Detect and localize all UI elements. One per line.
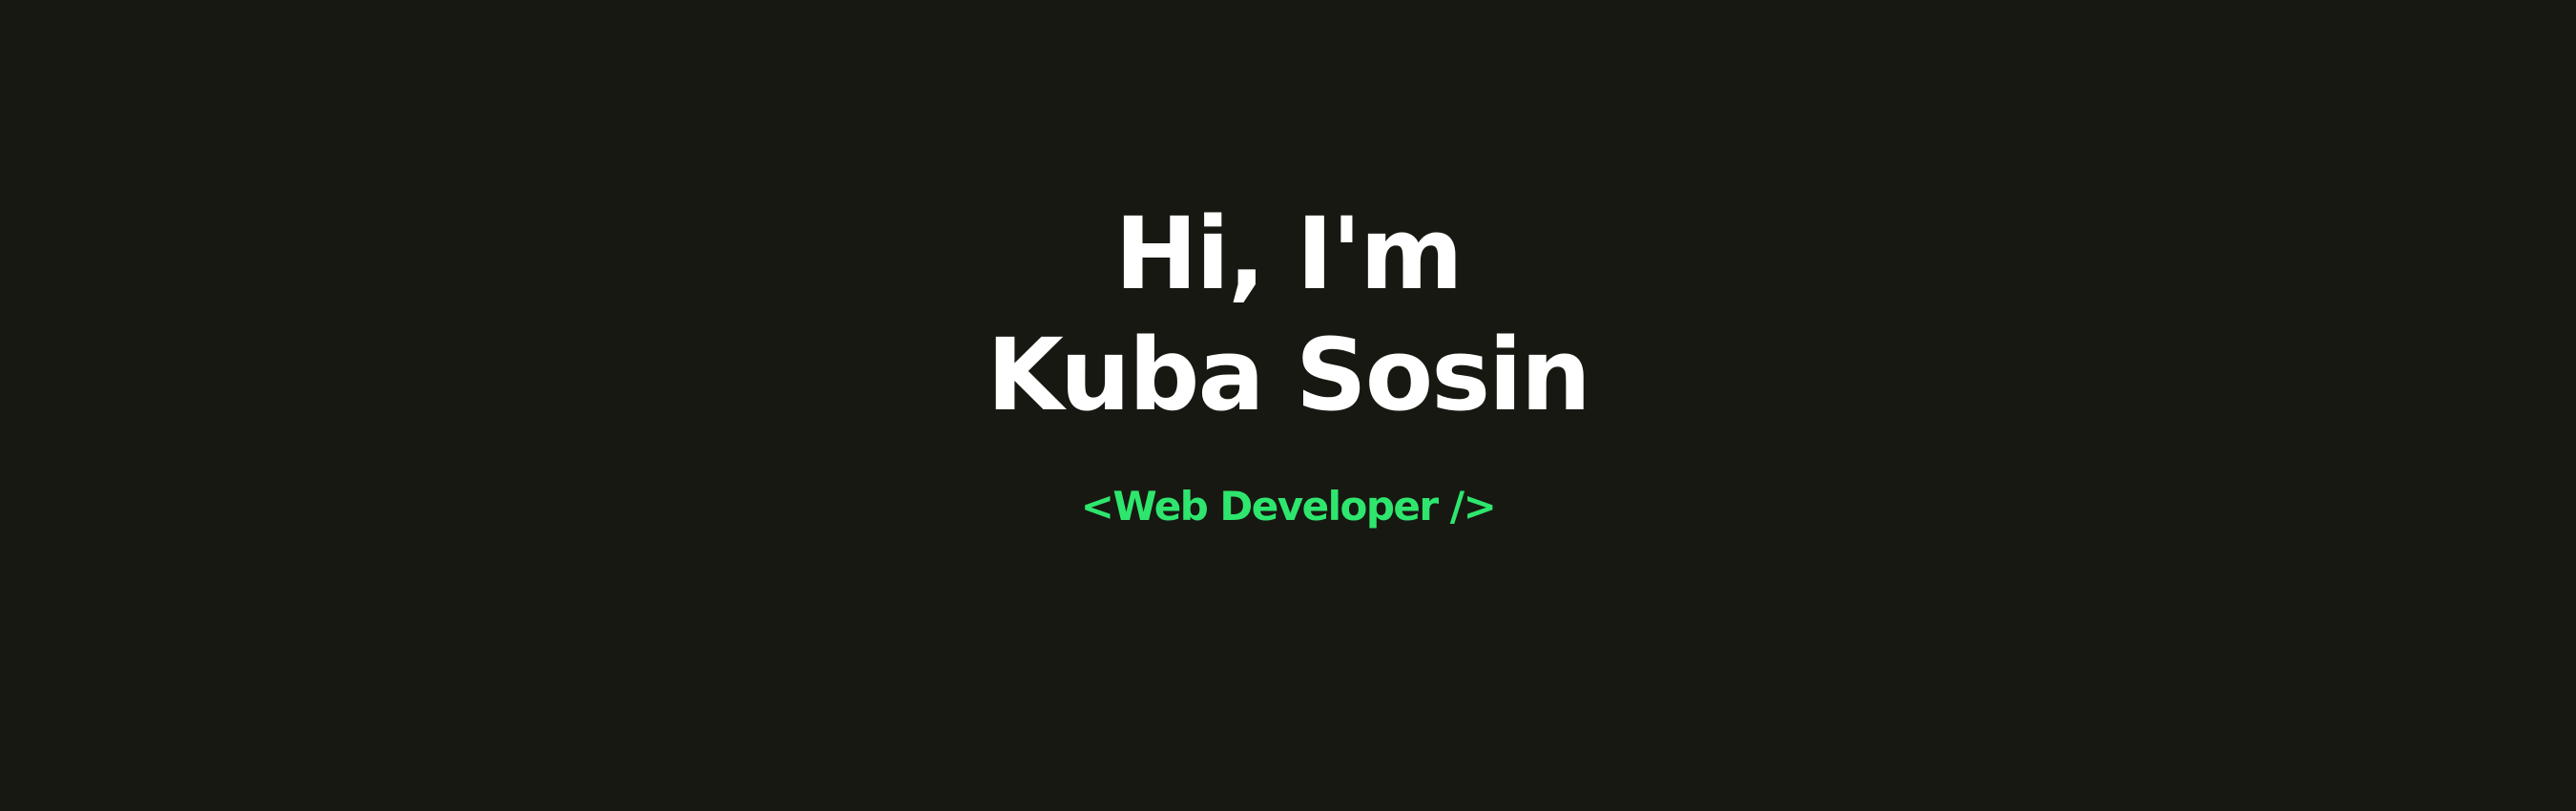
hero-greeting: Hi, I'm <box>1114 196 1463 312</box>
hero-name: Kuba Sosin <box>987 317 1591 433</box>
hero-section: Hi, I'm Kuba Sosin <Web Developer /> <box>0 0 2576 811</box>
hero-role: <Web Developer /> <box>1080 483 1497 530</box>
